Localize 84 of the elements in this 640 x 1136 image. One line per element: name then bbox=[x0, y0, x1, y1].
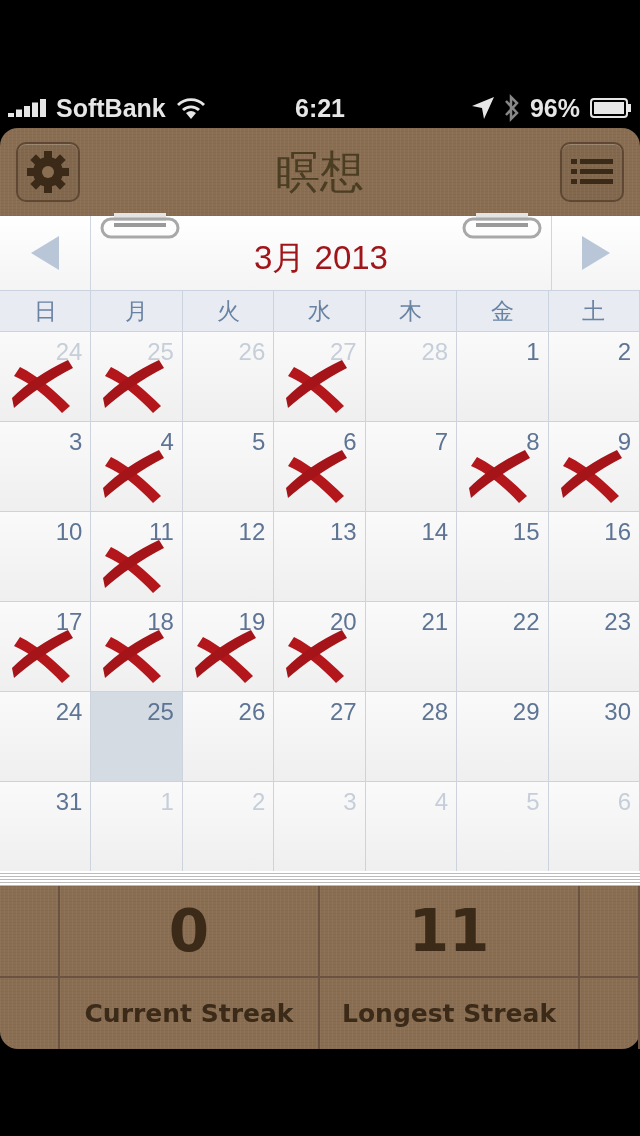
streak-label: Current Streak bbox=[84, 999, 294, 1028]
bluetooth-icon bbox=[503, 93, 520, 123]
calendar-cell[interactable]: 28 bbox=[365, 691, 458, 781]
day-number: 25 bbox=[147, 698, 174, 726]
day-number: 24 bbox=[55, 698, 83, 726]
day-number: 2 bbox=[617, 338, 631, 366]
day-number: 21 bbox=[421, 608, 449, 636]
calendar-cell[interactable]: 17 bbox=[0, 601, 92, 691]
calendar-cell[interactable]: 26 bbox=[182, 691, 275, 781]
calendar-cell[interactable]: 29 bbox=[457, 691, 549, 781]
day-number: 3 bbox=[69, 428, 83, 456]
day-number: 13 bbox=[330, 518, 357, 546]
calendar-cell[interactable]: 10 bbox=[0, 511, 92, 601]
day-number: 27 bbox=[330, 698, 357, 726]
calendar-cell[interactable]: 13 bbox=[274, 511, 366, 601]
calendar-cell[interactable]: 19 bbox=[182, 601, 275, 691]
battery-icon bbox=[590, 98, 632, 118]
day-number: 20 bbox=[330, 608, 357, 636]
app-title: 瞑想 bbox=[276, 144, 364, 199]
day-number: 30 bbox=[604, 698, 631, 726]
settings-button[interactable] bbox=[16, 142, 80, 202]
day-number: 15 bbox=[512, 518, 540, 546]
clock-time: 6:21 bbox=[295, 93, 346, 123]
day-number: 14 bbox=[421, 518, 449, 546]
calendar-cell[interactable]: 4 bbox=[91, 421, 183, 511]
calendar-cell[interactable]: 31 bbox=[0, 781, 92, 871]
calendar-cell[interactable]: 5 bbox=[182, 421, 275, 511]
calendar-cell[interactable]: 24 bbox=[0, 691, 92, 781]
calendar-cell[interactable]: 18 bbox=[91, 601, 183, 691]
day-number: 26 bbox=[238, 698, 266, 726]
day-number: 23 bbox=[604, 608, 631, 636]
day-number: 8 bbox=[526, 428, 540, 456]
calendar-cell[interactable]: 6 bbox=[274, 421, 366, 511]
calendar-cell[interactable]: 7 bbox=[365, 421, 458, 511]
day-number: 12 bbox=[238, 518, 266, 546]
calendar-cell[interactable]: 12 bbox=[182, 511, 275, 601]
day-number: 6 bbox=[343, 428, 357, 456]
day-number: 5 bbox=[251, 428, 266, 456]
calendar-cell[interactable]: 1 bbox=[457, 331, 549, 421]
right-triangle-icon bbox=[582, 236, 610, 270]
calendar-cell[interactable]: 9 bbox=[548, 421, 640, 511]
day-number: 4 bbox=[160, 428, 174, 456]
streak-count: 11 bbox=[408, 897, 490, 965]
menu-icon bbox=[571, 158, 613, 186]
day-number: 17 bbox=[55, 608, 83, 636]
day-number: 19 bbox=[238, 608, 266, 636]
location-arrow-icon bbox=[471, 97, 494, 119]
day-number: 28 bbox=[421, 698, 449, 726]
menu-button[interactable] bbox=[560, 142, 624, 202]
calendar-cell[interactable]: 25 bbox=[91, 691, 183, 781]
calendar-cell[interactable]: 3 bbox=[0, 421, 92, 511]
calendar-cell[interactable]: 30 bbox=[548, 691, 640, 781]
day-number: 1 bbox=[526, 338, 540, 366]
wifi-icon bbox=[175, 97, 206, 119]
signal-icon bbox=[8, 99, 46, 117]
paper-clip-icon bbox=[462, 213, 542, 239]
day-number: 7 bbox=[434, 428, 449, 456]
day-number: 10 bbox=[55, 518, 83, 546]
day-number: 31 bbox=[55, 788, 83, 816]
calendar-cell[interactable]: 15 bbox=[457, 511, 549, 601]
calendar-cell[interactable]: 2 bbox=[548, 331, 640, 421]
calendar-cell[interactable]: 11 bbox=[91, 511, 183, 601]
calendar-cell[interactable]: 8 bbox=[457, 421, 549, 511]
streak-label: Longest Streak bbox=[342, 999, 556, 1028]
paper-clip-icon bbox=[100, 213, 180, 239]
streak-count: 0 bbox=[168, 897, 210, 965]
day-number: 16 bbox=[604, 518, 631, 546]
calendar-cell[interactable]: 22 bbox=[457, 601, 549, 691]
carrier-name: SoftBank bbox=[56, 93, 166, 123]
month-title: 3月 2013 bbox=[254, 237, 388, 278]
battery-percentage: 96% bbox=[529, 93, 580, 123]
calendar-cell[interactable]: 21 bbox=[365, 601, 458, 691]
calendar-cell[interactable]: 23 bbox=[548, 601, 640, 691]
day-number: 9 bbox=[617, 428, 631, 456]
calendar-cell[interactable]: 14 bbox=[365, 511, 458, 601]
day-number: 22 bbox=[512, 608, 540, 636]
left-triangle-icon bbox=[31, 236, 59, 270]
calendar-cell[interactable]: 16 bbox=[548, 511, 640, 601]
day-number: 29 bbox=[512, 698, 540, 726]
day-number: 11 bbox=[148, 518, 174, 546]
day-number: 18 bbox=[147, 608, 174, 636]
calendar-cell[interactable]: 20 bbox=[274, 601, 366, 691]
settings-icon bbox=[26, 150, 70, 194]
calendar-cell[interactable]: 27 bbox=[274, 691, 366, 781]
